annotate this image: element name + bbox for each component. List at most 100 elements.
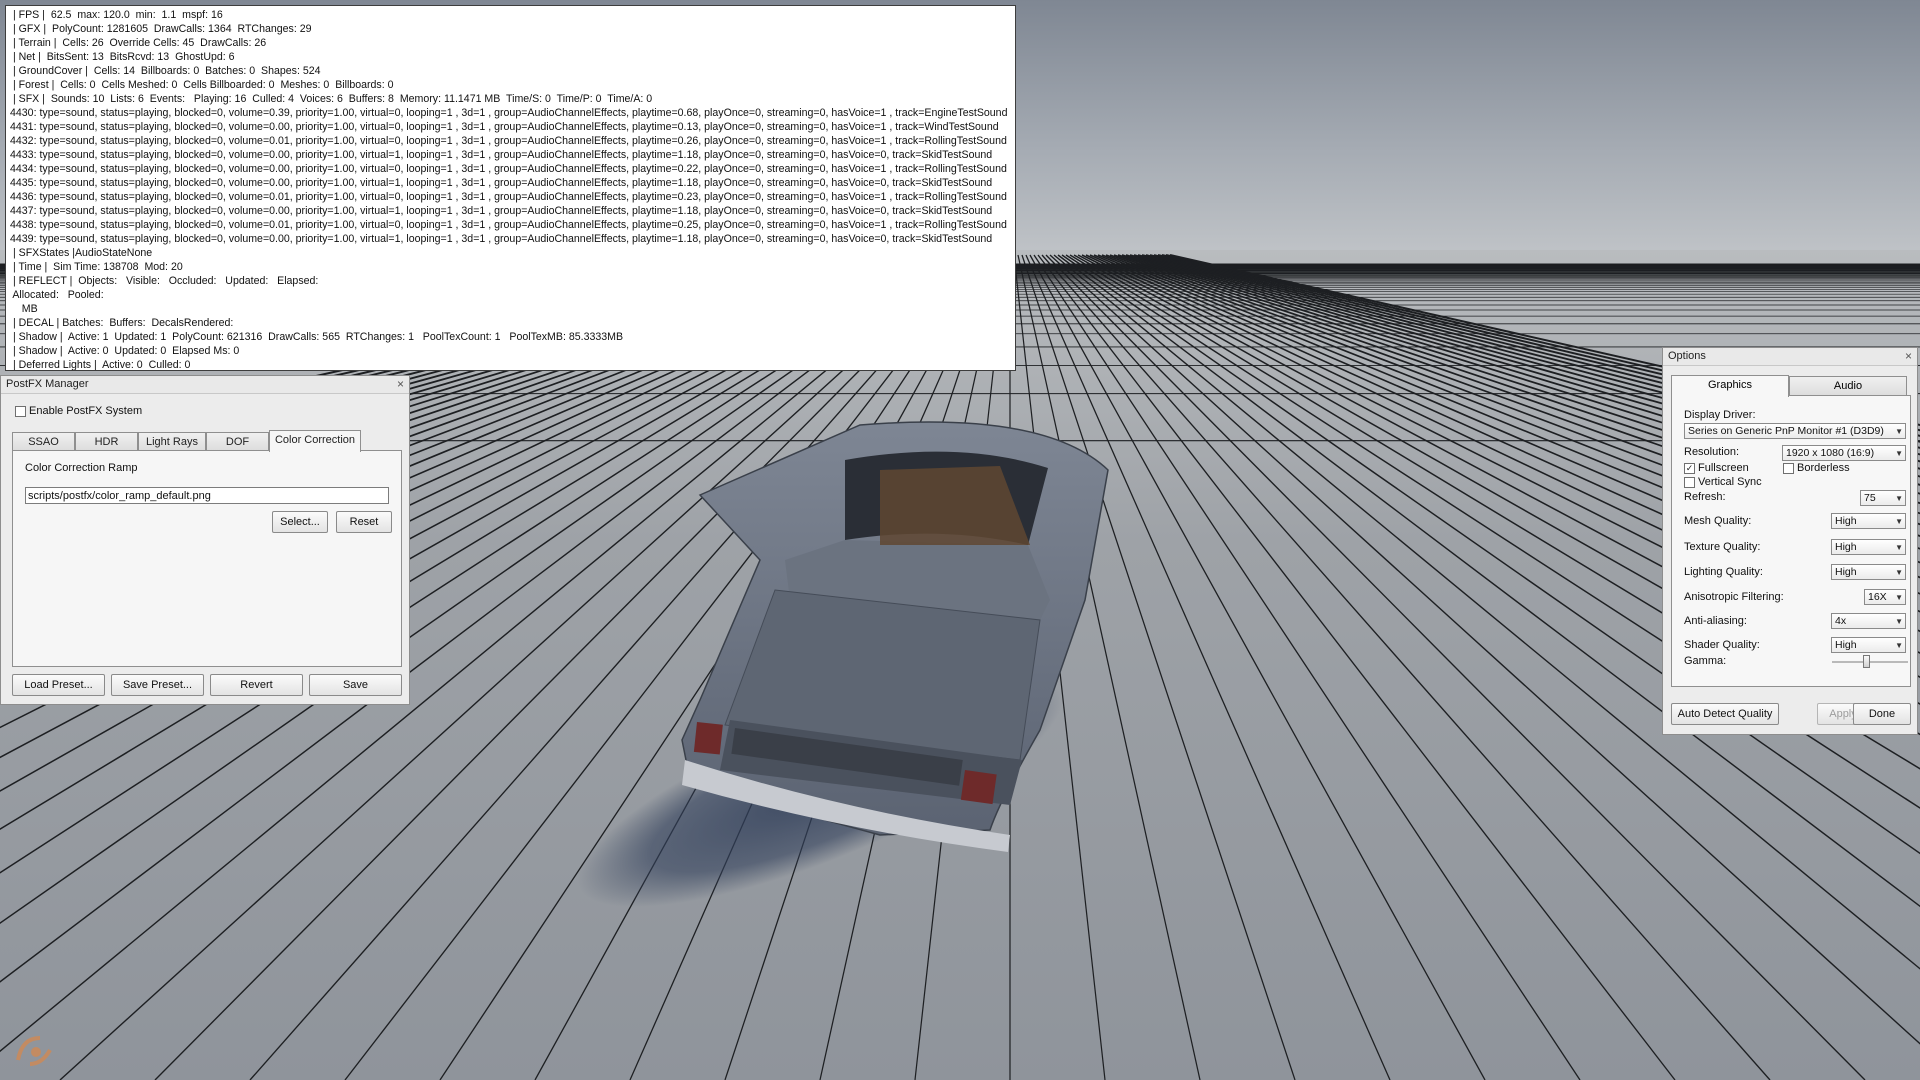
graphics-panel: Display Driver: Series on Generic PnP Mo… xyxy=(1671,395,1911,687)
enable-postfx-label: Enable PostFX System xyxy=(29,405,143,417)
postfx-manager-window: PostFX Manager × Enable PostFX System SS… xyxy=(0,375,410,705)
texture-quality-value: High xyxy=(1835,541,1857,553)
lighting-quality-value: High xyxy=(1835,566,1857,578)
auto-detect-quality-button[interactable]: Auto Detect Quality xyxy=(1671,703,1779,725)
console-line: 4437: type=sound, status=playing, blocke… xyxy=(10,205,993,217)
vertical-sync-checkbox[interactable] xyxy=(1684,477,1695,488)
console-line: | SFXStates |AudioStateNone xyxy=(10,247,153,259)
console-line: 4435: type=sound, status=playing, blocke… xyxy=(10,177,993,189)
reset-button[interactable]: Reset xyxy=(336,511,392,533)
chevron-down-icon: ▼ xyxy=(1895,568,1903,577)
resolution-dropdown[interactable]: 1920 x 1080 (16:9) ▼ xyxy=(1782,445,1906,461)
options-titlebar[interactable]: Options × xyxy=(1663,348,1917,366)
borderless-label: Borderless xyxy=(1797,462,1850,474)
texture-quality-label: Texture Quality: xyxy=(1684,541,1761,553)
gamma-label: Gamma: xyxy=(1684,655,1727,667)
select-button[interactable]: Select... xyxy=(272,511,328,533)
lighting-quality-label: Lighting Quality: xyxy=(1684,566,1763,578)
console-line: 4430: type=sound, status=playing, blocke… xyxy=(10,107,1008,119)
resolution-value: 1920 x 1080 (16:9) xyxy=(1786,447,1875,459)
chevron-down-icon: ▼ xyxy=(1895,593,1903,602)
color-ramp-label: Color Correction Ramp xyxy=(25,462,138,474)
color-correction-panel: Color Correction Ramp Select... Reset xyxy=(12,450,402,667)
color-ramp-path-input[interactable] xyxy=(25,487,389,504)
options-title: Options xyxy=(1668,350,1706,362)
console-line: | Deferred Lights | Active: 0 Culled: 0 xyxy=(10,359,191,371)
tab-hdr[interactable]: HDR xyxy=(75,432,138,451)
console-line: 4434: type=sound, status=playing, blocke… xyxy=(10,163,1007,175)
console-line: | SFX | Sounds: 10 Lists: 6 Events: Play… xyxy=(10,93,653,105)
tab-dof[interactable]: DOF xyxy=(206,432,269,451)
close-icon[interactable]: × xyxy=(397,376,404,393)
console-line: | Net | BitsSent: 13 BitsRcvd: 13 GhostU… xyxy=(10,51,235,63)
chevron-down-icon: ▼ xyxy=(1895,641,1903,650)
tab-ssao[interactable]: SSAO xyxy=(12,432,75,451)
load-preset-button[interactable]: Load Preset... xyxy=(12,674,105,696)
tab-color-correction[interactable]: Color Correction xyxy=(269,430,361,452)
display-driver-value: Series on Generic PnP Monitor #1 (D3D9) xyxy=(1688,425,1884,437)
console-line: 4431: type=sound, status=playing, blocke… xyxy=(10,121,999,133)
shader-quality-value: High xyxy=(1835,639,1857,651)
console-line: 4436: type=sound, status=playing, blocke… xyxy=(10,191,1007,203)
fullscreen-checkbox[interactable]: ✓ xyxy=(1684,463,1695,474)
mesh-quality-label: Mesh Quality: xyxy=(1684,515,1752,527)
close-icon[interactable]: × xyxy=(1905,348,1912,365)
anisotropic-filtering-label: Anisotropic Filtering: xyxy=(1684,591,1784,603)
anti-aliasing-value: 4x xyxy=(1835,615,1847,627)
refresh-dropdown[interactable]: 75 ▼ xyxy=(1860,490,1906,506)
console-line: 4432: type=sound, status=playing, blocke… xyxy=(10,135,1007,147)
console-line: | GFX | PolyCount: 1281605 DrawCalls: 13… xyxy=(10,23,312,35)
console-line: 4438: type=sound, status=playing, blocke… xyxy=(10,219,1007,231)
tab-graphics[interactable]: Graphics xyxy=(1671,375,1789,397)
tab-audio[interactable]: Audio xyxy=(1789,376,1907,396)
save-preset-button[interactable]: Save Preset... xyxy=(111,674,204,696)
mesh-quality-dropdown[interactable]: High ▼ xyxy=(1831,513,1906,529)
debug-console: | FPS | 62.5 max: 120.0 min: 1.1 mspf: 1… xyxy=(5,5,1016,371)
fullscreen-label: Fullscreen xyxy=(1698,462,1749,474)
anti-aliasing-label: Anti-aliasing: xyxy=(1684,615,1747,627)
anisotropic-filtering-dropdown[interactable]: 16X ▼ xyxy=(1864,589,1906,605)
console-line: | Forest | Cells: 0 Cells Meshed: 0 Cell… xyxy=(10,79,394,91)
console-line: | Time | Sim Time: 138708 Mod: 20 xyxy=(10,261,183,273)
options-window: Options × Graphics Audio Display Driver:… xyxy=(1662,347,1918,735)
save-button[interactable]: Save xyxy=(309,674,402,696)
refresh-label: Refresh: xyxy=(1684,491,1726,503)
gamma-slider-track[interactable] xyxy=(1832,661,1908,663)
chevron-down-icon: ▼ xyxy=(1895,449,1903,458)
chevron-down-icon: ▼ xyxy=(1895,543,1903,552)
display-driver-dropdown[interactable]: Series on Generic PnP Monitor #1 (D3D9) … xyxy=(1684,423,1906,439)
gamma-slider-thumb[interactable] xyxy=(1862,655,1870,668)
console-line: | Shadow | Active: 0 Updated: 0 Elapsed … xyxy=(10,345,240,357)
console-line: | Shadow | Active: 1 Updated: 1 PolyCoun… xyxy=(10,331,624,343)
chevron-down-icon: ▼ xyxy=(1895,494,1903,503)
chevron-down-icon: ▼ xyxy=(1895,617,1903,626)
vertical-sync-label: Vertical Sync xyxy=(1698,476,1762,488)
shader-quality-dropdown[interactable]: High ▼ xyxy=(1831,637,1906,653)
done-button[interactable]: Done xyxy=(1853,703,1911,725)
chevron-down-icon: ▼ xyxy=(1895,427,1903,436)
console-line: 4433: type=sound, status=playing, blocke… xyxy=(10,149,993,161)
resolution-label: Resolution: xyxy=(1684,446,1740,458)
display-driver-label: Display Driver: xyxy=(1684,409,1756,421)
console-line: | FPS | 62.5 max: 120.0 min: 1.1 mspf: 1… xyxy=(10,9,223,21)
shader-quality-label: Shader Quality: xyxy=(1684,639,1760,651)
enable-postfx-checkbox[interactable] xyxy=(15,406,26,417)
postfx-titlebar[interactable]: PostFX Manager × xyxy=(1,376,409,394)
lighting-quality-dropdown[interactable]: High ▼ xyxy=(1831,564,1906,580)
revert-button[interactable]: Revert xyxy=(210,674,303,696)
console-line: MB xyxy=(10,303,38,315)
anti-aliasing-dropdown[interactable]: 4x ▼ xyxy=(1831,613,1906,629)
refresh-value: 75 xyxy=(1864,492,1876,504)
anisotropic-filtering-value: 16X xyxy=(1868,591,1887,603)
borderless-checkbox[interactable] xyxy=(1783,463,1794,474)
chevron-down-icon: ▼ xyxy=(1895,517,1903,526)
console-line: | Terrain | Cells: 26 Override Cells: 45… xyxy=(10,37,267,49)
texture-quality-dropdown[interactable]: High ▼ xyxy=(1831,539,1906,555)
console-line: Allocated: Pooled: xyxy=(10,289,104,301)
console-line: 4439: type=sound, status=playing, blocke… xyxy=(10,233,993,245)
mesh-quality-value: High xyxy=(1835,515,1857,527)
console-line: | DECAL | Batches: Buffers: DecalsRender… xyxy=(10,317,234,329)
engine-logo-icon xyxy=(16,1036,52,1066)
tab-light-rays[interactable]: Light Rays xyxy=(138,432,206,451)
console-line: | REFLECT | Objects: Visible: Occluded: … xyxy=(10,275,319,287)
